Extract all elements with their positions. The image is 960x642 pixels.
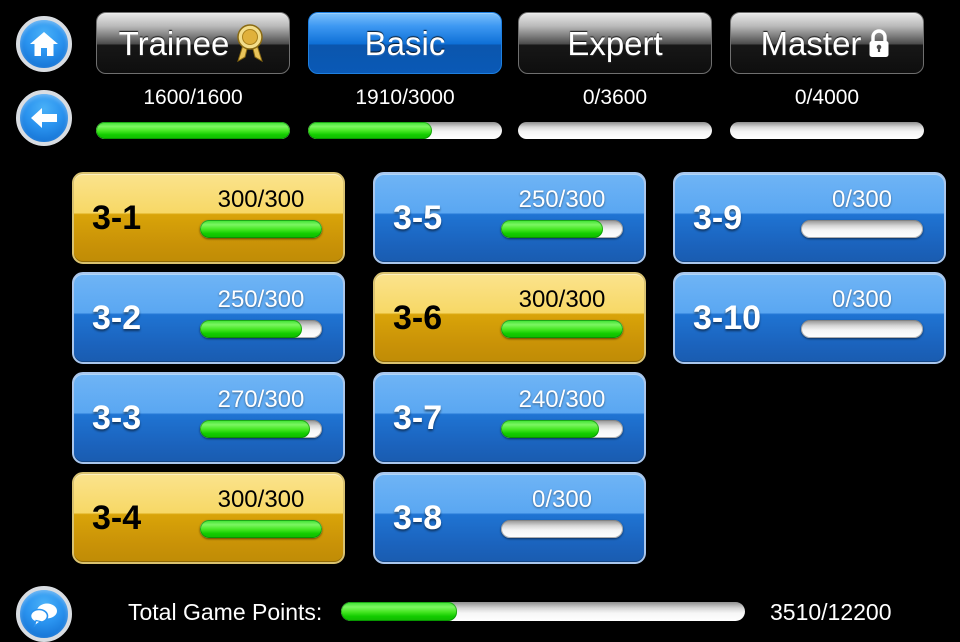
- tier-tab-trainee[interactable]: Trainee: [96, 12, 290, 74]
- level-tile-label: 3-10: [693, 299, 762, 337]
- level-tile-progress-group: 300/300: [191, 486, 331, 538]
- home-button[interactable]: [16, 16, 72, 72]
- total-game-points-bar: [341, 602, 745, 621]
- chat-bubble-icon: [28, 600, 60, 628]
- total-game-points-fill: [341, 602, 458, 621]
- level-progress-fill: [200, 320, 302, 338]
- level-tile-3-4[interactable]: 3-4 300/300: [72, 472, 345, 564]
- total-game-points-value: 3510/12200: [770, 599, 892, 625]
- tier-score-master: 0/4000: [794, 86, 860, 109]
- level-tile-score: 300/300: [217, 186, 305, 213]
- level-tile-progress-group: 0/300: [492, 486, 632, 538]
- level-tile-progress-group: 250/300: [191, 286, 331, 338]
- level-tile-progress-group: 0/300: [792, 286, 932, 338]
- level-progress-bar: [200, 520, 322, 538]
- tier-progress-fill: [308, 122, 432, 139]
- level-tile-3-6[interactable]: 3-6 300/300: [373, 272, 646, 364]
- home-icon: [29, 30, 59, 58]
- level-progress-bar: [200, 220, 322, 238]
- medal-icon: [233, 23, 267, 63]
- level-progress-fill: [200, 520, 322, 538]
- tier-progress-bar-master: [730, 122, 924, 139]
- level-tile-score: 270/300: [217, 386, 305, 413]
- level-tile-progress-group: 270/300: [191, 386, 331, 438]
- level-progress-bar: [801, 320, 923, 338]
- level-tile-progress-group: 300/300: [492, 286, 632, 338]
- tier-progress-fill: [96, 122, 290, 139]
- level-progress-fill: [501, 220, 603, 238]
- level-tile-label: 3-8: [393, 499, 443, 537]
- level-tile-3-7[interactable]: 3-7 240/300: [373, 372, 646, 464]
- level-tile-3-8[interactable]: 3-8 0/300: [373, 472, 646, 564]
- level-tile-label: 3-5: [393, 199, 443, 237]
- level-tile-progress-group: 250/300: [492, 186, 632, 238]
- tier-tab-label: Basic: [364, 24, 446, 62]
- level-tile-3-9[interactable]: 3-9 0/300: [673, 172, 946, 264]
- tier-score-basic: 1910/3000: [355, 86, 455, 109]
- level-tile-3-5[interactable]: 3-5 250/300: [373, 172, 646, 264]
- tier-tab-basic[interactable]: Basic: [308, 12, 502, 74]
- level-tile-label: 3-7: [393, 399, 443, 437]
- level-progress-bar: [501, 520, 623, 538]
- level-tile-label: 3-2: [92, 299, 142, 337]
- level-progress-fill: [200, 220, 322, 238]
- tier-progress-bar-expert: [518, 122, 712, 139]
- level-tile-score: 240/300: [518, 386, 606, 413]
- level-progress-fill: [501, 420, 599, 438]
- level-tile-score: 0/300: [831, 286, 893, 313]
- level-tile-progress-group: 240/300: [492, 386, 632, 438]
- level-tile-label: 3-3: [92, 399, 142, 437]
- level-tile-score: 250/300: [518, 186, 606, 213]
- back-arrow-icon: [29, 104, 59, 132]
- level-tile-3-1[interactable]: 3-1 300/300: [72, 172, 345, 264]
- tier-tab-label: Trainee: [118, 24, 230, 62]
- level-progress-bar: [200, 320, 322, 338]
- back-button[interactable]: [16, 90, 72, 146]
- level-tile-3-10[interactable]: 3-10 0/300: [673, 272, 946, 364]
- tier-tab-label: Master: [760, 24, 862, 62]
- tier-tab-expert[interactable]: Expert: [518, 12, 712, 74]
- tier-tab-label: Expert: [567, 24, 663, 62]
- level-tile-progress-group: 300/300: [191, 186, 331, 238]
- tier-score-expert: 0/3600: [582, 86, 648, 109]
- level-tile-3-3[interactable]: 3-3 270/300: [72, 372, 345, 464]
- level-tile-score: 250/300: [217, 286, 305, 313]
- level-tile-label: 3-1: [92, 199, 142, 237]
- level-progress-bar: [501, 420, 623, 438]
- tier-progress-bar-basic: [308, 122, 502, 139]
- level-tile-score: 0/300: [531, 486, 593, 513]
- level-tile-score: 300/300: [518, 286, 606, 313]
- level-progress-fill: [501, 320, 623, 338]
- level-tile-score: 300/300: [217, 486, 305, 513]
- level-progress-bar: [501, 320, 623, 338]
- level-tile-label: 3-4: [92, 499, 142, 537]
- tier-progress-bar-trainee: [96, 122, 290, 139]
- level-progress-fill: [200, 420, 310, 438]
- tier-tab-master[interactable]: Master: [730, 12, 924, 74]
- lock-icon: [865, 27, 893, 59]
- level-tile-3-2[interactable]: 3-2 250/300: [72, 272, 345, 364]
- level-tile-progress-group: 0/300: [792, 186, 932, 238]
- tier-score-trainee: 1600/1600: [143, 86, 243, 109]
- level-progress-bar: [501, 220, 623, 238]
- level-progress-bar: [200, 420, 322, 438]
- level-progress-bar: [801, 220, 923, 238]
- chat-button[interactable]: [16, 586, 72, 642]
- level-tile-score: 0/300: [831, 186, 893, 213]
- total-game-points-label: Total Game Points:: [128, 599, 323, 625]
- level-tile-label: 3-6: [393, 299, 443, 337]
- level-tile-label: 3-9: [693, 199, 743, 237]
